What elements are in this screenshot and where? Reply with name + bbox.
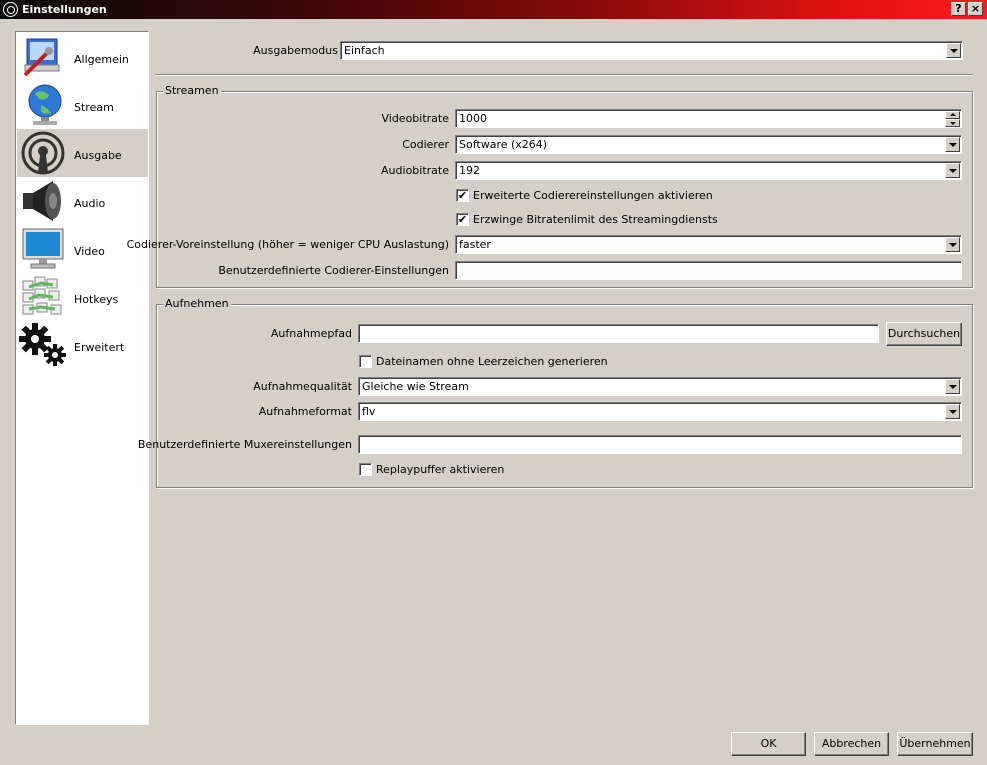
sidebar-item-label: Erweitert <box>74 341 125 354</box>
recording-path-label: Aufnahmepfad <box>270 327 352 340</box>
replay-buffer-checkbox[interactable] <box>359 463 372 476</box>
sidebar-item-label: Ausgabe <box>74 149 122 162</box>
recording-quality-label: Aufnahmequalität <box>253 380 352 393</box>
title-bar: Einstellungen ? × <box>0 0 987 19</box>
encoder-value: Software (x264) <box>459 138 548 151</box>
encoder-preset-select[interactable]: faster <box>455 235 962 254</box>
obs-logo-icon <box>3 2 18 17</box>
streaming-group-title: Streamen <box>163 84 221 97</box>
replay-buffer-label: Replaypuffer aktivieren <box>376 463 505 476</box>
chevron-down-icon[interactable] <box>945 237 960 252</box>
output-mode-label: Ausgabemodus <box>253 44 338 57</box>
sidebar-item-erweitert[interactable]: Erweitert <box>17 321 148 369</box>
chevron-down-icon[interactable] <box>945 379 960 394</box>
chevron-down-icon[interactable] <box>945 163 960 178</box>
recording-path-input[interactable] <box>358 324 879 343</box>
sidebar-item-stream[interactable]: Stream <box>17 81 148 129</box>
sidebar-item-ausgabe[interactable]: Ausgabe <box>17 129 148 177</box>
video-bitrate-spinbox[interactable]: 1000 <box>455 109 962 128</box>
sidebar-item-label: Audio <box>74 197 106 210</box>
recording-group-title: Aufnehmen <box>163 297 231 310</box>
enforce-bitrate-checkbox[interactable]: ✔ <box>456 213 469 226</box>
recording-quality-select[interactable]: Gleiche wie Stream <box>358 377 962 396</box>
sidebar-item-audio[interactable]: Audio <box>17 177 148 225</box>
audio-bitrate-label: Audiobitrate <box>381 164 449 177</box>
sidebar-item-label: Hotkeys <box>74 293 119 306</box>
help-button[interactable]: ? <box>951 2 966 16</box>
advanced-encoder-checkbox[interactable]: ✔ <box>456 189 469 202</box>
close-button[interactable]: × <box>968 2 983 16</box>
sidebar-item-label: Video <box>74 245 105 258</box>
ok-button[interactable]: OK <box>731 732 806 756</box>
encoder-label: Codierer <box>402 138 449 151</box>
apply-button[interactable]: Übernehmen <box>897 732 973 756</box>
encoder-preset-label: Codierer-Voreinstellung (höher = weniger… <box>126 238 449 251</box>
monitor-icon <box>22 228 64 269</box>
custom-encoder-settings-label: Benutzerdefinierte Codierer-Einstellunge… <box>218 264 449 277</box>
encoder-select[interactable]: Software (x264) <box>455 135 962 154</box>
audio-bitrate-select[interactable]: 192 <box>455 161 962 180</box>
video-bitrate-value: 1000 <box>459 112 487 125</box>
recording-format-label: Aufnahmeformat <box>258 405 352 418</box>
window-title: Einstellungen <box>22 3 107 16</box>
advanced-encoder-label: Erweiterte Codierereinstellungen aktivie… <box>473 189 713 202</box>
sidebar-item-hotkeys[interactable]: Hotkeys <box>17 273 148 321</box>
video-bitrate-label: Videobitrate <box>381 112 449 125</box>
recording-quality-value: Gleiche wie Stream <box>362 380 469 393</box>
chevron-down-icon[interactable] <box>946 43 961 58</box>
sidebar-item-label: Stream <box>74 101 114 114</box>
gears-icon <box>19 323 66 366</box>
audio-bitrate-value: 192 <box>459 164 480 177</box>
chevron-down-icon[interactable] <box>945 404 960 419</box>
sidebar-item-label: Allgemein <box>74 53 129 66</box>
enforce-bitrate-label: Erzwinge Bitratenlimit des Streamingdien… <box>473 213 718 226</box>
output-mode-select[interactable]: Einfach <box>340 41 963 60</box>
general-settings-icon <box>23 38 60 77</box>
output-mode-value: Einfach <box>344 44 385 57</box>
recording-format-select[interactable]: flv <box>358 402 962 421</box>
muxer-settings-label: Benutzerdefinierte Muxereinstellungen <box>137 438 352 451</box>
no-spaces-checkbox[interactable] <box>359 355 372 368</box>
settings-sidebar: Allgemein Stream Ausgabe Audio Video Hot… <box>15 31 149 725</box>
globe-icon <box>28 84 62 125</box>
speaker-icon <box>23 181 61 221</box>
muxer-settings-input[interactable] <box>358 435 962 454</box>
spin-up-icon[interactable] <box>945 111 960 119</box>
no-spaces-label: Dateinamen ohne Leerzeichen generieren <box>376 355 608 368</box>
cancel-button[interactable]: Abbrechen <box>814 732 889 756</box>
spin-down-icon[interactable] <box>945 119 960 127</box>
browse-button[interactable]: Durchsuchen <box>886 322 962 346</box>
broadcast-icon <box>21 131 65 175</box>
keyboard-icon <box>22 276 62 315</box>
divider <box>155 74 973 76</box>
recording-format-value: flv <box>362 405 376 418</box>
custom-encoder-settings-input[interactable] <box>455 261 962 280</box>
sidebar-item-allgemein[interactable]: Allgemein <box>17 33 148 81</box>
chevron-down-icon[interactable] <box>945 137 960 152</box>
encoder-preset-value: faster <box>459 238 491 251</box>
